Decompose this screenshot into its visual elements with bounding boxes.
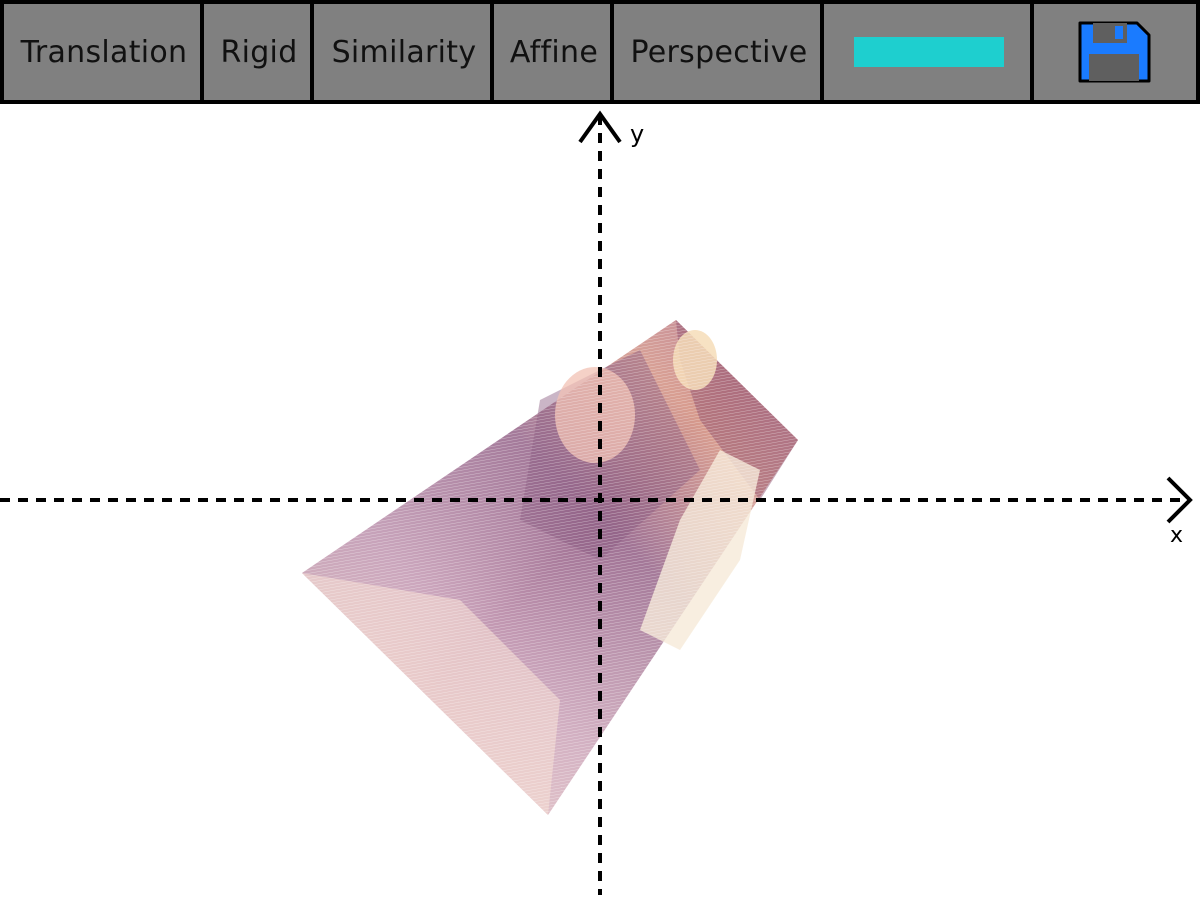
tab-affine-label: Affine [509,34,599,70]
canvas[interactable]: x y [0,104,1200,900]
toolbar: Translation Rigid Similarity Affine Pers… [0,0,1200,104]
tab-translation-label: Translation [20,34,188,70]
x-axis-label: x [1170,523,1183,548]
tab-perspective[interactable]: Perspective [610,4,824,100]
color-swatch [854,37,1004,67]
transform-canvas[interactable]: x y [0,104,1200,900]
tab-rigid[interactable]: Rigid [200,4,314,100]
floppy-disk-icon [1078,21,1151,83]
color-picker-button[interactable] [820,4,1034,100]
tab-similarity[interactable]: Similarity [310,4,494,100]
tab-similarity-label: Similarity [331,34,477,70]
tab-affine[interactable]: Affine [490,4,614,100]
tab-perspective-label: Perspective [630,34,808,70]
tab-rigid-label: Rigid [220,34,298,70]
warped-image[interactable] [302,320,798,815]
y-axis-label: y [630,120,644,148]
save-button[interactable] [1030,4,1200,100]
tab-translation[interactable]: Translation [0,4,204,100]
